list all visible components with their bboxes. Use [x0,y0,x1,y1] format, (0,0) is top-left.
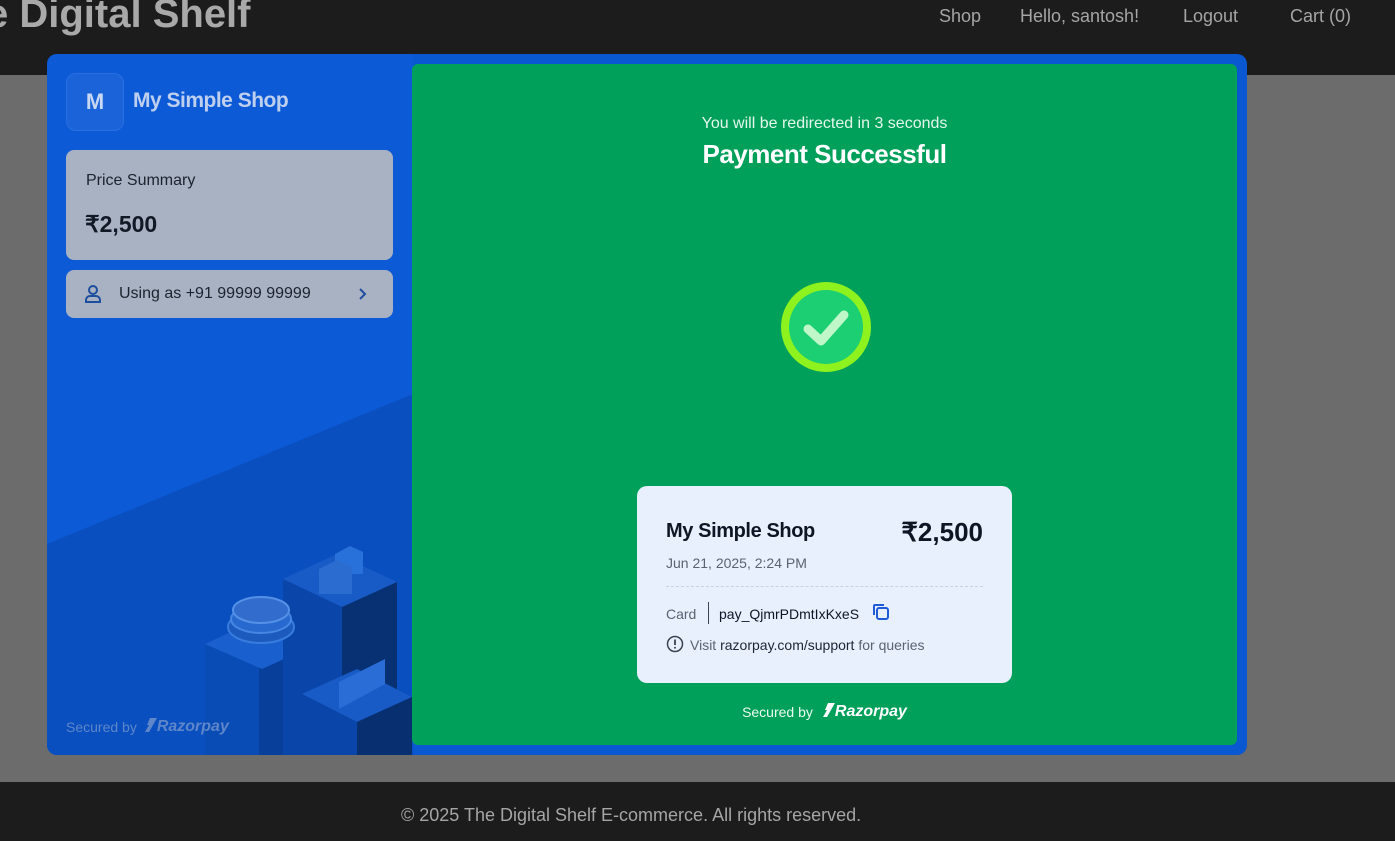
checkout-modal: M My Simple Shop Price Summary ₹2,500 Us… [47,54,1247,755]
payment-id: pay_QjmrPDmtIxKxeS [719,606,860,622]
nav-greeting: Hello, santosh! [1020,6,1140,26]
support-link[interactable]: razorpay.com/support [720,637,854,653]
nav-logout-link[interactable]: Logout [1183,6,1238,27]
info-icon [666,635,684,653]
user-icon [85,285,101,303]
price-summary-card: Price Summary ₹2,500 [66,150,393,260]
razorpay-logo: Razorpay [144,718,229,736]
check-circle-icon [781,282,871,372]
receipt-datetime: Jun 21, 2025, 2:24 PM [666,555,807,571]
payment-method: Card [666,606,697,622]
footer-copyright: © 2025 The Digital Shelf E-commerce. All… [401,805,862,825]
razorpay-mark-icon [144,718,157,732]
support-info: Visit razorpay.com/support for queries [690,637,925,653]
nav-shop-link[interactable]: Shop [939,6,981,27]
razorpay-wordmark: Razorpay [156,718,229,735]
receipt-card: My Simple Shop ₹2,500 Jun 21, 2025, 2:24… [637,486,1012,683]
success-title: Payment Successful [702,139,947,169]
merchant-name: My Simple Shop [133,89,289,112]
method-separator [708,602,709,624]
support-suffix: for queries [858,637,925,653]
price-summary-amount: ₹2,500 [85,211,158,237]
chevron-right-icon [359,288,367,300]
secured-by-label: Secured by [66,719,137,735]
copy-icon[interactable] [871,602,891,622]
razorpay-logo: Razorpay [822,703,907,721]
price-summary-label: Price Summary [86,172,196,189]
sidebar-secured-by: Secured by Razorpay [66,718,229,736]
using-as-label: Using as +91 99999 99999 [119,285,311,302]
contact-details-button[interactable]: Using as +91 99999 99999 [66,270,393,318]
receipt-divider [666,586,983,587]
nav-cart-link[interactable]: Cart (0) [1290,6,1351,27]
checkout-sidebar: M My Simple Shop Price Summary ₹2,500 Us… [47,54,413,755]
razorpay-wordmark: Razorpay [834,703,907,720]
site-title: e Digital Shelf [0,0,251,36]
success-secured-by: Secured by Razorpay [412,703,1237,721]
redirect-countdown: You will be redirected in 3 seconds [701,115,948,132]
merchant-logo: M [66,73,124,131]
secured-by-label: Secured by [742,704,813,720]
support-prefix: Visit [690,637,717,653]
receipt-amount: ₹2,500 [901,517,983,547]
razorpay-mark-icon [822,703,835,717]
receipt-merchant-name: My Simple Shop [666,520,815,542]
payment-success-panel: You will be redirected in 3 seconds Paym… [412,64,1237,745]
